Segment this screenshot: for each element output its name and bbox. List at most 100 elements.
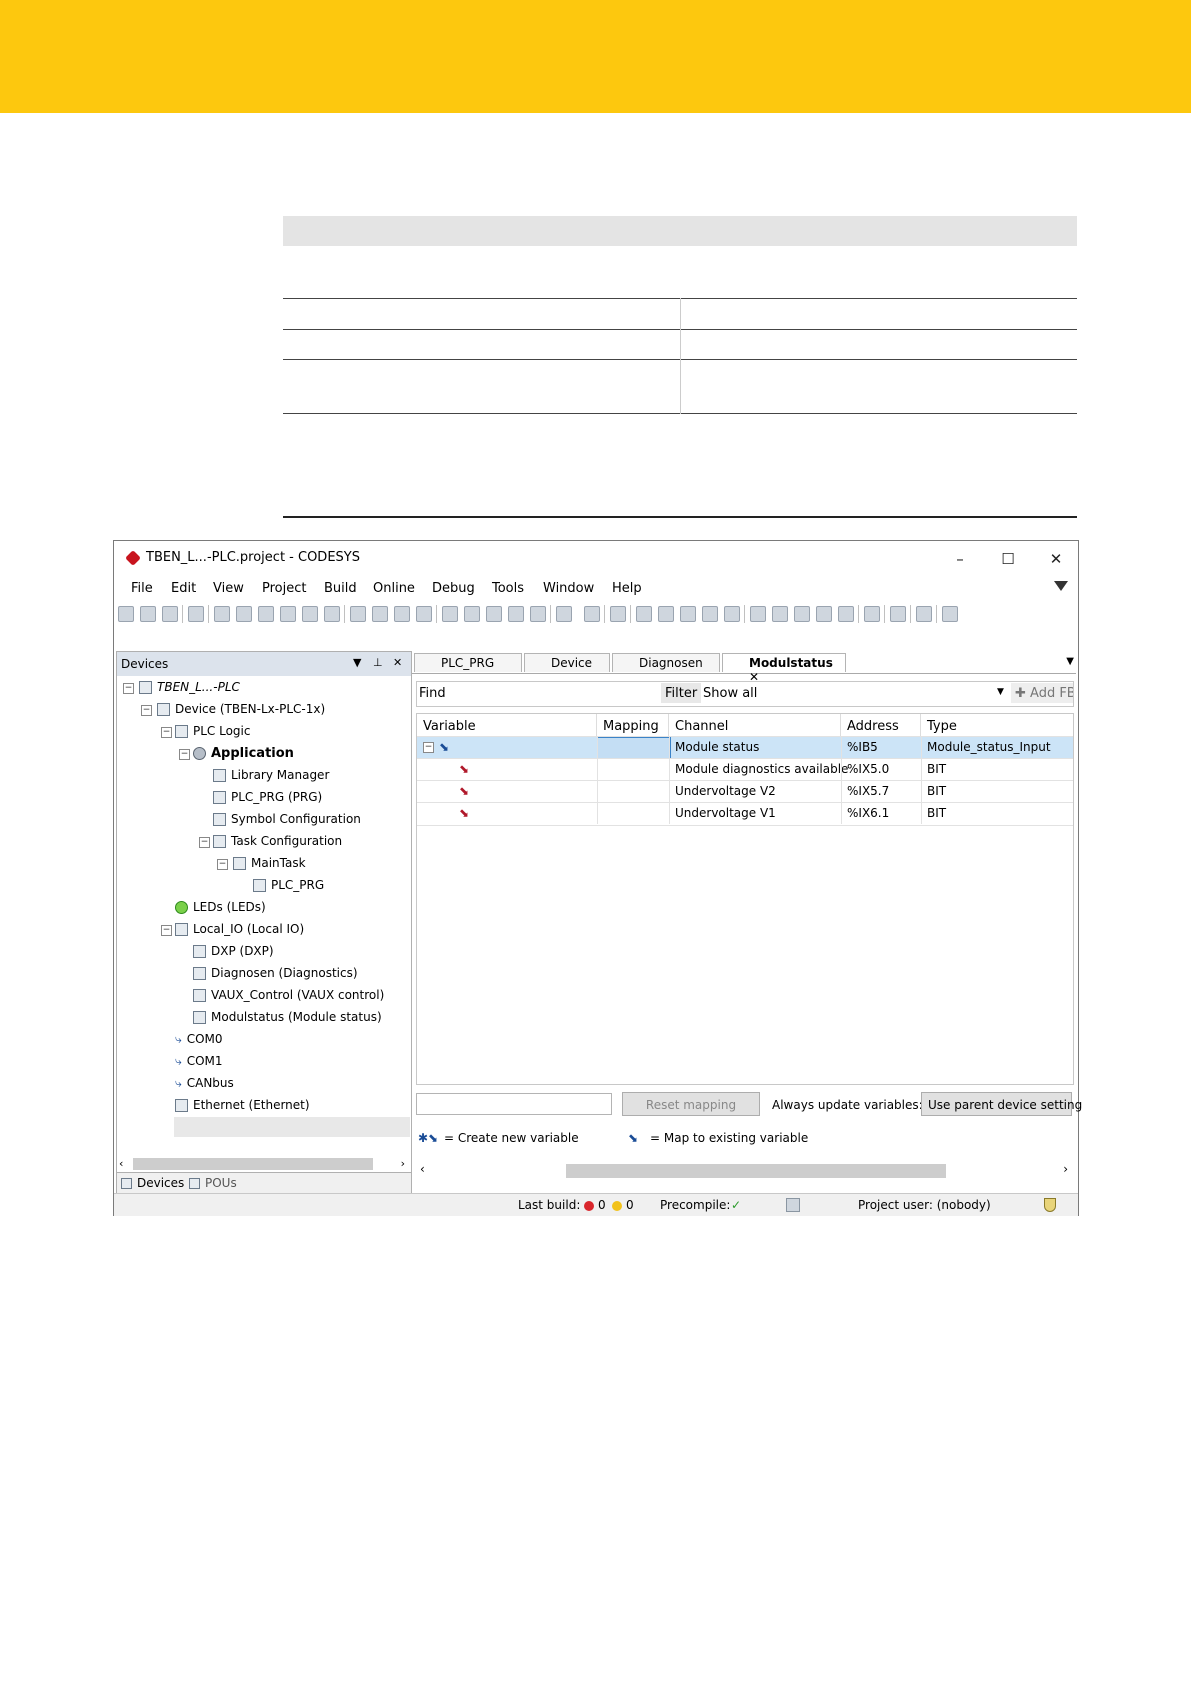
reset-icon[interactable] [724, 606, 740, 622]
tree-node-leds[interactable]: LEDs (LEDs) [175, 900, 266, 922]
step-over-icon[interactable] [772, 606, 788, 622]
view-icon[interactable] [556, 606, 572, 622]
tab-plc-prg[interactable]: PLC_PRG [414, 653, 522, 672]
tab-device[interactable]: Device [524, 653, 610, 672]
mapping-text-input[interactable] [416, 1093, 612, 1115]
tree-node-task-configuration[interactable]: Task Configuration [213, 834, 342, 856]
shield-icon[interactable] [1044, 1198, 1056, 1212]
collapse-icon[interactable]: − [423, 742, 434, 753]
filter-select[interactable]: Show all [703, 686, 757, 701]
find-icon[interactable] [350, 606, 366, 622]
collapse-icon[interactable]: − [123, 683, 134, 694]
menu-online[interactable]: Online [373, 581, 415, 596]
tree-node-device[interactable]: Device (TBEN-Lx-PLC-1x) [157, 702, 325, 724]
step-into-icon[interactable] [794, 606, 810, 622]
tab-modulstatus[interactable]: Modulstatus ✕ [722, 653, 846, 684]
warning-count[interactable]: 0 [612, 1198, 634, 1212]
show-next-statement-icon[interactable] [864, 606, 880, 622]
find-in-project-icon[interactable] [394, 606, 410, 622]
menu-debug[interactable]: Debug [432, 581, 475, 596]
menu-help[interactable]: Help [612, 581, 642, 596]
mapping-cell[interactable] [597, 737, 671, 759]
tree-node-maintask[interactable]: MainTask [233, 856, 306, 878]
dropdown-arrow-icon[interactable]: ▼ [353, 656, 361, 669]
column-header-mapping[interactable]: Mapping [597, 714, 669, 736]
scroll-right-icon[interactable]: › [1063, 1162, 1068, 1176]
menu-build[interactable]: Build [324, 581, 357, 596]
maximize-button[interactable]: ☐ [984, 545, 1032, 573]
delete-icon[interactable] [324, 606, 340, 622]
collapse-icon[interactable]: − [217, 859, 228, 870]
tree-node-dxp[interactable]: DXP (DXP) [193, 944, 274, 966]
column-header-variable[interactable]: Variable [417, 714, 597, 736]
tree-node-symbol-configuration[interactable]: Symbol Configuration [213, 812, 361, 834]
menu-file[interactable]: File [131, 581, 153, 596]
tree-node-canbus[interactable]: ⤷ CANbus [175, 1076, 234, 1098]
error-count[interactable]: 0 [584, 1198, 606, 1212]
undo-icon[interactable] [214, 606, 230, 622]
devices-horizontal-scrollbar[interactable]: ‹ › [119, 1155, 407, 1171]
menu-window[interactable]: Window [543, 581, 594, 596]
tree-node-com0[interactable]: ⤷ COM0 [175, 1032, 223, 1054]
login-icon[interactable] [636, 606, 652, 622]
tree-node-diagnosen[interactable]: Diagnosen (Diagnostics) [193, 966, 358, 988]
tree-node-plc-logic[interactable]: PLC Logic [175, 724, 250, 746]
prev-bookmark-icon[interactable] [464, 606, 480, 622]
tree-node-plc-prg-call[interactable]: PLC_PRG [253, 878, 324, 900]
export-icon[interactable] [584, 606, 600, 622]
clear-bookmarks-icon[interactable] [508, 606, 524, 622]
breakpoint-icon[interactable] [750, 606, 766, 622]
collapse-icon[interactable]: − [199, 837, 210, 848]
scroll-right-icon[interactable]: › [401, 1157, 405, 1170]
collapse-icon[interactable]: − [161, 925, 172, 936]
start-icon[interactable] [680, 606, 696, 622]
user-management-icon[interactable] [786, 1198, 800, 1212]
menu-tools[interactable]: Tools [492, 581, 524, 596]
reset-mapping-button[interactable]: Reset mapping [622, 1092, 760, 1116]
menu-edit[interactable]: Edit [171, 581, 196, 596]
tab-diagnosen[interactable]: Diagnosen [612, 653, 720, 672]
write-values-icon[interactable] [890, 606, 906, 622]
menu-view[interactable]: View [213, 581, 244, 596]
tab-list-dropdown-icon[interactable]: ▼ [1066, 656, 1074, 667]
always-update-select[interactable]: Use parent device setting [921, 1092, 1082, 1116]
window-icon[interactable] [530, 606, 546, 622]
menu-project[interactable]: Project [262, 581, 306, 596]
tree-node-ethernet[interactable]: Ethernet (Ethernet) [175, 1098, 310, 1120]
minimize-button[interactable]: – [936, 545, 984, 573]
replace-icon[interactable] [372, 606, 388, 622]
replace-in-project-icon[interactable] [416, 606, 432, 622]
tree-node-local-io[interactable]: Local_IO (Local IO) [175, 922, 304, 944]
pin-icon[interactable]: ⊥ [373, 656, 383, 669]
table-row[interactable]: − ⬊ Module status %IB5 Module_status_Inp… [417, 736, 1073, 759]
tree-node-com1[interactable]: ⤷ COM1 [175, 1054, 223, 1076]
cut-icon[interactable] [258, 606, 274, 622]
run-to-cursor-icon[interactable] [838, 606, 854, 622]
scroll-thumb[interactable] [566, 1164, 946, 1178]
scroll-left-icon[interactable]: ‹ [420, 1162, 425, 1176]
editor-horizontal-scrollbar[interactable]: ‹ › [416, 1161, 1072, 1179]
next-bookmark-icon[interactable] [486, 606, 502, 622]
step-out-icon[interactable] [816, 606, 832, 622]
collapse-icon[interactable]: − [179, 749, 190, 760]
close-button[interactable]: ✕ [1032, 545, 1080, 573]
new-file-icon[interactable] [118, 606, 134, 622]
calendar-icon[interactable] [610, 606, 626, 622]
save-icon[interactable] [162, 606, 178, 622]
logout-icon[interactable] [658, 606, 674, 622]
filter-icon[interactable] [1054, 581, 1068, 591]
check-icon[interactable] [942, 606, 958, 622]
bookmark-icon[interactable] [442, 606, 458, 622]
scroll-thumb[interactable] [133, 1158, 373, 1170]
scroll-left-icon[interactable]: ‹ [119, 1157, 123, 1170]
add-fb-button[interactable]: ✚ Add FB [1011, 683, 1073, 703]
filter-dropdown-icon[interactable]: ▼ [997, 687, 1004, 697]
print-icon[interactable] [188, 606, 204, 622]
table-row[interactable]: ⬊ Undervoltage V2 %IX5.7 BIT [417, 780, 1073, 803]
tree-node-application[interactable]: Application [193, 746, 294, 768]
tree-node-plc-prg[interactable]: PLC_PRG (PRG) [213, 790, 322, 812]
tab-devices[interactable]: Devices [121, 1176, 184, 1190]
paste-icon[interactable] [302, 606, 318, 622]
copy-icon[interactable] [280, 606, 296, 622]
stop-icon[interactable] [702, 606, 718, 622]
